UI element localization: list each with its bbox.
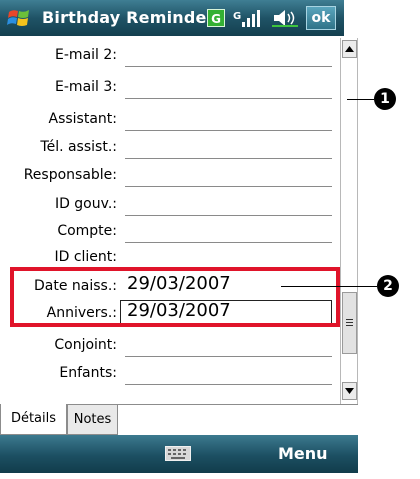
menu-softkey[interactable]: Menu <box>278 444 328 463</box>
g-badge-icon: G <box>207 9 225 27</box>
field-label: Tél. assist.: <box>40 139 117 155</box>
callout-2-badge: 2 <box>377 275 399 297</box>
field-label: Conjoint: <box>54 337 117 353</box>
callout-1-line <box>347 99 374 100</box>
title-bar: Birthday Reminder G G ok <box>0 0 344 36</box>
field-label: ID gouv.: <box>54 196 117 212</box>
vertical-scrollbar[interactable] <box>340 38 358 404</box>
tab-notes[interactable]: Notes <box>67 404 118 435</box>
scroll-up-button[interactable] <box>342 40 357 58</box>
field-underline <box>125 384 332 385</box>
field-underline <box>125 242 332 243</box>
menu-bar: Menu <box>0 435 358 473</box>
grip-icon <box>346 319 353 326</box>
contact-details-form: E-mail 2: E-mail 3: Assistant: Tél. assi… <box>0 36 344 404</box>
field-row[interactable]: E-mail 2: <box>0 42 344 68</box>
field-label: E-mail 2: <box>55 47 117 63</box>
field-underline <box>125 66 332 67</box>
field-underline <box>125 130 332 131</box>
app-title: Birthday Reminder <box>42 8 215 27</box>
tab-bar: Détails Notes <box>0 404 358 435</box>
field-underline <box>125 98 332 99</box>
tab-details[interactable]: Détails <box>0 404 67 435</box>
scroll-down-button[interactable] <box>342 382 357 400</box>
signal-strength-icon[interactable]: G <box>233 9 267 27</box>
field-underline <box>125 215 332 216</box>
keyboard-icon[interactable] <box>165 446 191 461</box>
field-label: Responsable: <box>23 167 117 183</box>
field-label: E-mail 3: <box>55 79 117 95</box>
scroll-thumb[interactable] <box>342 292 357 354</box>
field-label: Assistant: <box>48 111 118 127</box>
field-label: Enfants: <box>59 365 117 381</box>
field-row[interactable]: E-mail 3: <box>0 74 344 100</box>
field-row[interactable]: Responsable: <box>0 162 344 188</box>
svg-text:G: G <box>233 11 241 22</box>
arrow-down-icon <box>345 388 354 394</box>
field-row[interactable]: Assistant: <box>0 106 344 132</box>
field-row[interactable]: ID gouv.: <box>0 191 344 217</box>
field-underline <box>125 356 332 357</box>
ok-button[interactable]: ok <box>306 6 336 30</box>
date-fields-highlight <box>10 267 340 327</box>
callout-2-line <box>281 286 377 287</box>
callout-1-badge: 1 <box>374 88 396 110</box>
field-row[interactable]: Tél. assist.: <box>0 134 344 160</box>
field-underline <box>125 158 332 159</box>
field-row[interactable]: Compte: <box>0 218 344 244</box>
field-row[interactable]: Conjoint: <box>0 332 344 358</box>
field-label: Compte: <box>57 223 117 239</box>
windows-start-icon[interactable] <box>6 6 32 30</box>
field-row[interactable]: Enfants: <box>0 360 344 386</box>
volume-icon[interactable] <box>272 9 300 27</box>
arrow-up-icon <box>345 46 354 52</box>
field-underline <box>125 186 332 187</box>
